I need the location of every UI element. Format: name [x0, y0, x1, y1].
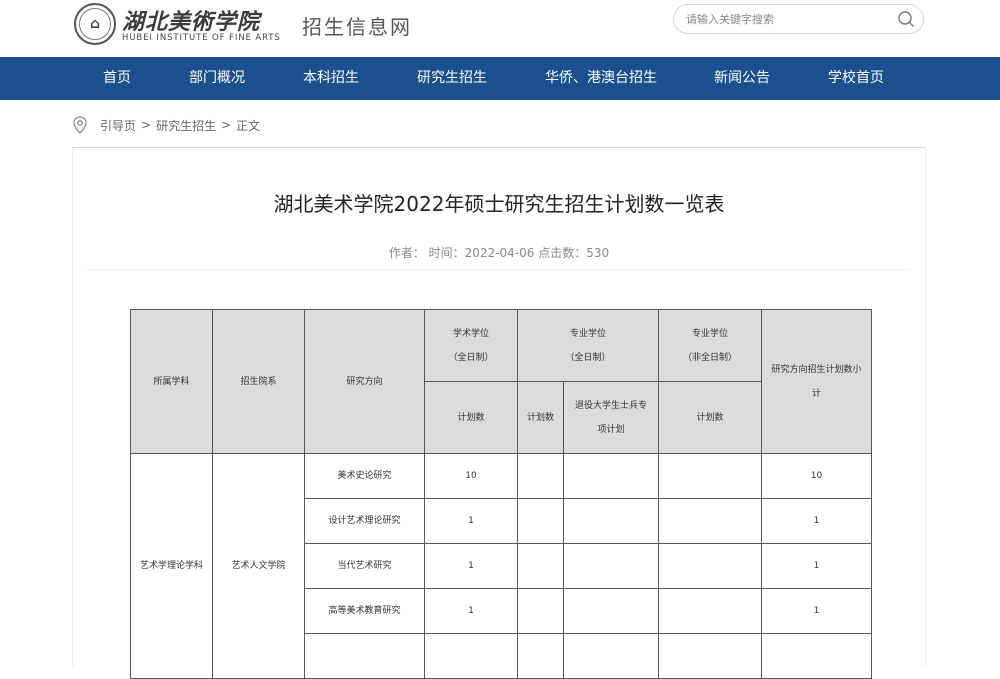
- breadcrumb-separator: >: [141, 118, 152, 132]
- cell-subtotal: 10: [761, 453, 872, 499]
- header-discipline: 所属学科: [130, 309, 213, 454]
- header-subtotal-line2: 计: [811, 388, 821, 399]
- nav-item-graduate[interactable]: 研究生招生: [417, 57, 487, 100]
- search-box: [673, 4, 924, 34]
- enrollment-plan-table: 所属学科 招生院系 研究方向 学术学位 （全日制） 专业学位 （全日制） 专业学…: [130, 309, 872, 679]
- cell-veteran: [563, 453, 659, 499]
- search-icon[interactable]: [897, 10, 915, 28]
- header-pro-full-line1: 专业学位: [569, 328, 606, 339]
- breadcrumb-home[interactable]: 引导页: [100, 117, 136, 134]
- cell-academic: [424, 633, 518, 679]
- cell-pro-part: [658, 633, 762, 679]
- cell-pro-full: [517, 543, 564, 589]
- nav-item-news[interactable]: 新闻公告: [714, 57, 770, 100]
- header-academic-degree: 学术学位 （全日制）: [424, 309, 518, 382]
- header-pro-full-plan: 计划数: [517, 381, 564, 454]
- cell-college: 艺术人文学院: [212, 453, 305, 679]
- nav-item-school-home[interactable]: 学校首页: [828, 57, 884, 100]
- cell-subtotal: 1: [761, 498, 872, 544]
- cell-pro-part: [658, 498, 762, 544]
- title-divider: [87, 269, 911, 270]
- cell-discipline: 艺术学理论学科: [130, 453, 213, 679]
- header-pro-part-plan: 计划数: [658, 381, 762, 454]
- header-direction: 研究方向: [304, 309, 425, 454]
- header-subtotal: 研究方向招生计划数小 计: [761, 309, 872, 454]
- table-row: 艺术学理论学科 艺术人文学院 美术史论研究 10 10: [130, 453, 872, 679]
- main-nav: 首页 部门概况 本科招生 研究生招生 华侨、港澳台招生 新闻公告 学校首页: [0, 57, 1000, 100]
- header-academic-plan: 计划数: [424, 381, 518, 454]
- breadcrumb-current: 正文: [236, 118, 261, 133]
- cell-pro-part: [658, 588, 762, 634]
- nav-item-departments[interactable]: 部门概况: [189, 57, 245, 100]
- nav-item-undergraduate[interactable]: 本科招生: [303, 57, 359, 100]
- search-input[interactable]: [686, 11, 886, 27]
- site-header: ⌂ 湖北美術学院 HUBEI INSTITUTE OF FINE ARTS 招生…: [0, 0, 1000, 57]
- header-pro-part-line1: 专业学位: [691, 328, 728, 339]
- cell-direction: 高等美术教育研究: [304, 588, 425, 634]
- cell-pro-full: [517, 633, 564, 679]
- cell-academic: 10: [424, 453, 518, 499]
- location-pin-icon: [73, 116, 87, 134]
- cell-subtotal: 1: [761, 588, 872, 634]
- cell-direction: 美术史论研究: [304, 453, 425, 499]
- breadcrumb: 引导页 > 研究生招生 > 正文: [72, 115, 260, 135]
- article-title: 湖北美术学院2022年硕士研究生招生计划数一览表: [273, 192, 725, 216]
- nav-item-overseas[interactable]: 华侨、港澳台招生: [545, 57, 657, 100]
- cell-direction: 当代艺术研究: [304, 543, 425, 589]
- article-content: 湖北美术学院2022年硕士研究生招生计划数一览表 作者： 时间：2022-04-…: [72, 147, 926, 679]
- header-pro-part-line2: （非全日制）: [682, 352, 737, 363]
- logo-english-name: HUBEI INSTITUTE OF FINE ARTS: [122, 33, 281, 43]
- cell-pro-part: [658, 543, 762, 589]
- header-academic-line2: （全日制）: [448, 352, 494, 363]
- cell-pro-part: [658, 453, 762, 499]
- cell-direction: [304, 633, 425, 679]
- cell-academic: 1: [424, 498, 518, 544]
- cell-veteran: [563, 498, 659, 544]
- breadcrumb-graduate[interactable]: 研究生招生: [156, 117, 216, 134]
- school-logo[interactable]: ⌂ 湖北美術学院 HUBEI INSTITUTE OF FINE ARTS: [74, 3, 294, 45]
- logo-chinese-name: 湖北美術学院: [122, 9, 261, 35]
- header-veteran-line2: 项计划: [597, 424, 625, 435]
- breadcrumb-separator: >: [221, 118, 232, 132]
- header-professional-parttime: 专业学位 （非全日制）: [658, 309, 762, 382]
- header-college: 招生院系: [212, 309, 305, 454]
- cell-academic: 1: [424, 543, 518, 589]
- cell-direction: 设计艺术理论研究: [304, 498, 425, 544]
- header-pro-full-line2: （全日制）: [565, 352, 611, 363]
- site-name: 招生信息网: [302, 15, 412, 39]
- cell-subtotal: [761, 633, 872, 679]
- header-veteran-line1: 退役大学生士兵专: [574, 400, 647, 411]
- cell-veteran: [563, 633, 659, 679]
- cell-pro-full: [517, 453, 564, 499]
- cell-veteran: [563, 588, 659, 634]
- header-subtotal-line1: 研究方向招生计划数小: [771, 364, 862, 375]
- cell-pro-full: [517, 498, 564, 544]
- cell-veteran: [563, 543, 659, 589]
- header-veteran-plan: 退役大学生士兵专 项计划: [563, 381, 659, 454]
- cell-subtotal: 1: [761, 543, 872, 589]
- header-academic-line1: 学术学位: [452, 328, 489, 339]
- nav-item-home[interactable]: 首页: [103, 57, 131, 100]
- header-professional-fulltime: 专业学位 （全日制）: [517, 309, 659, 382]
- cell-pro-full: [517, 588, 564, 634]
- school-emblem-icon: ⌂: [74, 3, 116, 45]
- cell-academic: 1: [424, 588, 518, 634]
- article-meta: 作者： 时间：2022-04-06 点击数：530: [388, 246, 610, 260]
